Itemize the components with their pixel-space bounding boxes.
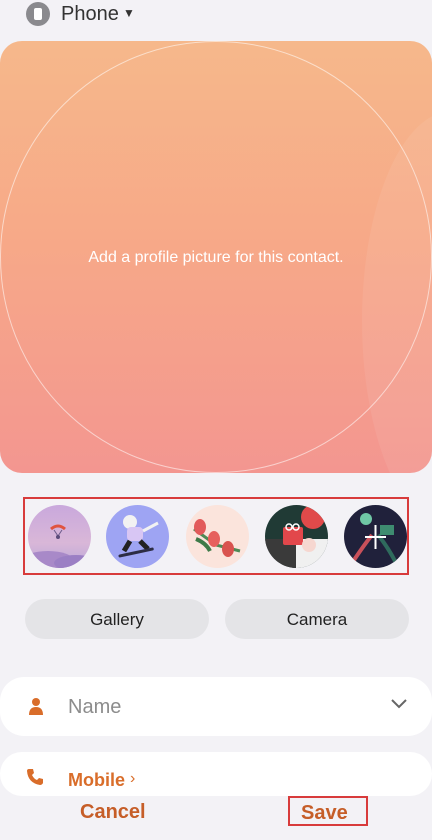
cancel-button[interactable]: Cancel (80, 801, 146, 824)
gallery-button[interactable]: Gallery (25, 599, 209, 639)
camera-button[interactable]: Camera (225, 599, 409, 639)
name-field[interactable] (68, 695, 368, 719)
phone-icon (27, 769, 43, 785)
preset-avatar-row (23, 497, 409, 575)
profile-picture-panel[interactable]: Add a profile picture for this contact. (0, 41, 432, 473)
save-highlight-box: Save (288, 796, 368, 826)
name-card (0, 677, 432, 736)
flowers-avatar-icon[interactable] (344, 505, 407, 568)
paraglider-avatar-icon[interactable] (28, 505, 91, 568)
storage-location-label[interactable]: Phone (61, 3, 119, 26)
skateboarder-avatar-icon[interactable] (106, 505, 169, 568)
phone-type-label[interactable]: Mobile (68, 770, 125, 791)
phone-number-card: Mobile › (0, 752, 432, 796)
chevron-right-icon[interactable]: › (130, 770, 135, 788)
dropdown-caret-icon[interactable]: ▼ (123, 6, 135, 20)
save-button[interactable]: Save (301, 802, 348, 825)
photo-hint-text: Add a profile picture for this contact. (88, 249, 344, 266)
tulips-avatar-icon[interactable] (186, 505, 249, 568)
top-bar: Phone ▼ (0, 0, 432, 32)
person-icon (29, 698, 43, 715)
bottom-action-bar: Cancel Save (0, 796, 432, 840)
phone-storage-icon[interactable] (26, 2, 50, 26)
chevron-down-icon[interactable] (391, 699, 407, 709)
gift-bag-avatar-icon[interactable] (265, 505, 328, 568)
